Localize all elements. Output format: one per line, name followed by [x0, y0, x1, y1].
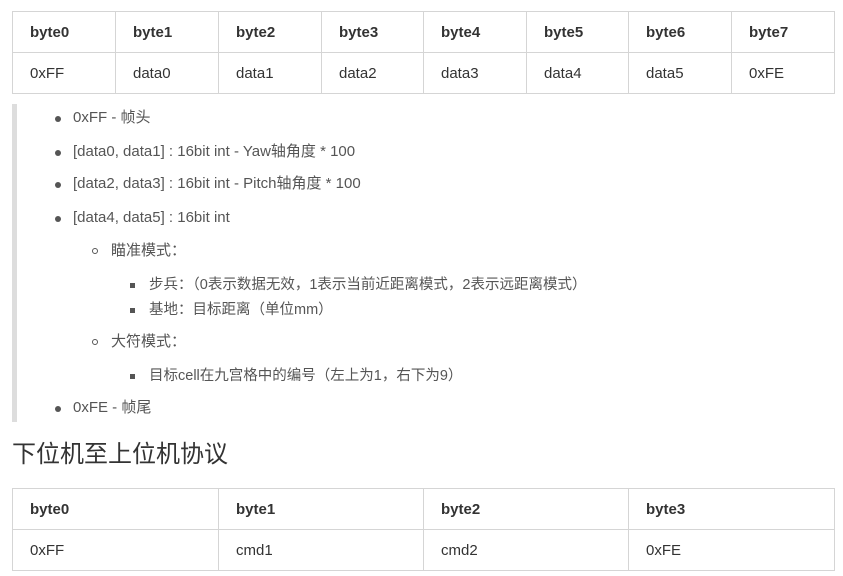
header-cell: byte2: [218, 11, 322, 53]
table-cell: 0xFE: [731, 52, 835, 94]
bullet-square-icon: [130, 308, 135, 313]
table-cell: data2: [321, 52, 424, 94]
header-cell: byte1: [218, 488, 424, 530]
table-header-row: byte0 byte1 byte2 byte3: [12, 488, 835, 530]
list-item-infantry: 步兵：（0表示数据无效，1表示当前近距离模式，2表示远距离模式）: [149, 277, 587, 293]
bullet-circle-icon: [92, 248, 98, 254]
lower-to-upper-protocol-table: byte0 byte1 byte2 byte3 0xFF cmd1 cmd2 0…: [12, 488, 835, 571]
bullet-disc-icon: [55, 116, 61, 122]
bullet-disc-icon: [55, 406, 61, 412]
table-cell: data0: [115, 52, 219, 94]
bullet-disc-icon: [55, 216, 61, 222]
bullet-square-icon: [130, 374, 135, 379]
list-item-base: 基地：目标距离（单位mm）: [149, 302, 333, 318]
header-cell: byte3: [628, 488, 835, 530]
list-item-aim-mode: 瞄准模式：: [111, 242, 187, 259]
list-item-rune-cell: 目标cell在九宫格中的编号（左上为1，右下为9）: [149, 368, 463, 384]
list-item-frame-tail: 0xFE - 帧尾: [73, 399, 152, 416]
table-row: 0xFF data0 data1 data2 data3 data4 data5…: [12, 52, 835, 94]
table-cell: cmd1: [218, 529, 424, 571]
table-cell: data4: [526, 52, 629, 94]
list-item-pitch: [data2, data3] : 16bit int - Pitch轴角度 * …: [73, 175, 361, 192]
table-cell: 0xFE: [628, 529, 835, 571]
list-item-rune-mode: 大符模式：: [111, 333, 187, 350]
table-cell: cmd2: [423, 529, 629, 571]
header-cell: byte7: [731, 11, 835, 53]
header-cell: byte6: [628, 11, 732, 53]
header-cell: byte3: [321, 11, 424, 53]
header-cell: byte0: [12, 11, 116, 53]
table-row: 0xFF cmd1 cmd2 0xFE: [12, 529, 835, 571]
list-item-yaw: [data0, data1] : 16bit int - Yaw轴角度 * 10…: [73, 143, 356, 160]
bullet-square-icon: [130, 283, 135, 288]
table-cell: data5: [628, 52, 732, 94]
list-item-data45: [data4, data5] : 16bit int: [73, 209, 230, 226]
bullet-disc-icon: [55, 150, 61, 156]
table-cell: 0xFF: [12, 529, 219, 571]
table-cell: data3: [423, 52, 527, 94]
section-heading: 下位机至上位机协议: [12, 440, 228, 468]
table-cell: data1: [218, 52, 322, 94]
bullet-disc-icon: [55, 182, 61, 188]
header-cell: byte2: [423, 488, 629, 530]
header-cell: byte0: [12, 488, 219, 530]
header-cell: byte1: [115, 11, 219, 53]
header-cell: byte4: [423, 11, 527, 53]
header-cell: byte5: [526, 11, 629, 53]
table-cell: 0xFF: [12, 52, 116, 94]
upper-to-lower-protocol-table: byte0 byte1 byte2 byte3 byte4 byte5 byte…: [12, 11, 835, 94]
bullet-circle-icon: [92, 339, 98, 345]
table-header-row: byte0 byte1 byte2 byte3 byte4 byte5 byte…: [12, 11, 835, 53]
list-item-frame-header: 0xFF - 帧头: [73, 109, 151, 126]
